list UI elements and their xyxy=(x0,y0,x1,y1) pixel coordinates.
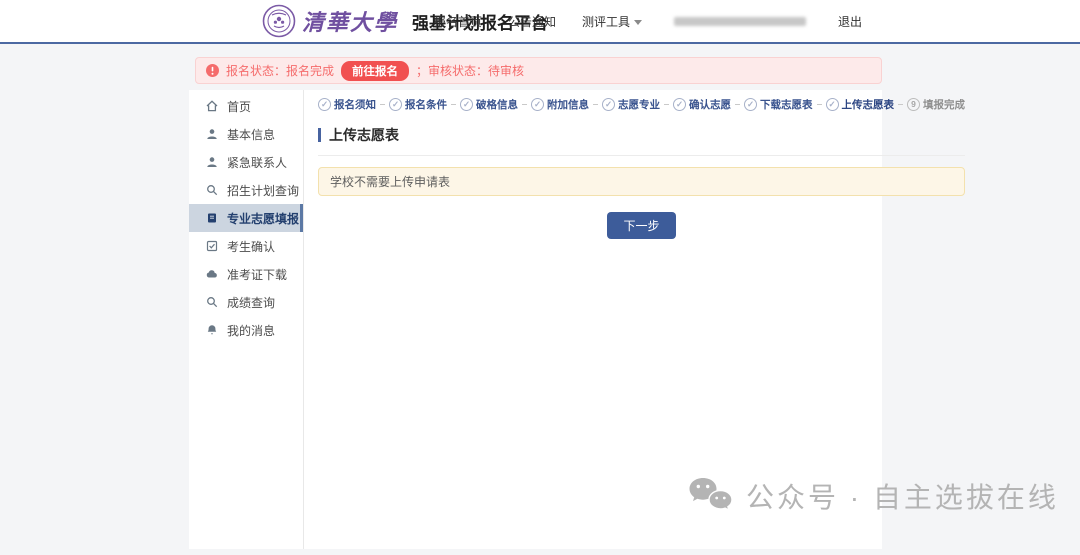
sidebar-item-label: 我的消息 xyxy=(227,322,275,339)
cloud-download-icon xyxy=(206,268,218,280)
app-header: 清華大學 强基计划报名平台 报名首页 公告通知 测评工具 退出 xyxy=(0,0,1080,44)
step-done-icon: ✓ xyxy=(826,98,839,111)
progress-steps: ✓ 报名须知 ✓ 报名条件 ✓ 破格信息 ✓ 附加信息 ✓ 志愿专业 ✓ 确认志… xyxy=(318,97,965,112)
section-header: 上传志愿表 xyxy=(318,125,965,156)
step-conditions: ✓ 报名条件 xyxy=(389,97,447,112)
user-icon xyxy=(206,128,218,140)
user-name-redacted xyxy=(674,17,806,26)
logout-label: 退出 xyxy=(838,13,862,30)
step-separator xyxy=(380,104,385,105)
step-separator xyxy=(593,104,598,105)
sidebar-item-label: 紧急联系人 xyxy=(227,154,287,171)
form-icon xyxy=(206,212,218,224)
nav-item-label: 报名首页 xyxy=(434,13,482,30)
step-separator xyxy=(451,104,456,105)
sidebar-item-ticket-download[interactable]: 准考证下载 xyxy=(189,260,303,288)
step-separator xyxy=(817,104,822,105)
status-alert-bar: 报名状态：报名完成 前往报名 ；审核状态：待审核 xyxy=(195,57,882,84)
step-separator xyxy=(522,104,527,105)
step-done-icon: ✓ xyxy=(602,98,615,111)
university-name: 清華大學 xyxy=(302,5,398,37)
nav-item-tools[interactable]: 测评工具 xyxy=(582,13,642,30)
logout-link[interactable]: 退出 xyxy=(838,13,862,30)
step-notice: ✓ 报名须知 xyxy=(318,97,376,112)
step-done-icon: ✓ xyxy=(531,98,544,111)
sidebar-item-label: 基本信息 xyxy=(227,126,275,143)
nav-item-announcements[interactable]: 公告通知 xyxy=(508,13,556,30)
step-done-icon: ✓ xyxy=(673,98,686,111)
step-done-icon: ✓ xyxy=(744,98,757,111)
sidebar-item-score-query[interactable]: 成绩查询 xyxy=(189,288,303,316)
section-title: 上传志愿表 xyxy=(329,125,399,145)
notice-box: 学校不需要上传申请表 xyxy=(318,167,965,196)
sidebar-item-label: 考生确认 xyxy=(227,238,275,255)
section-accent-bar xyxy=(318,128,321,142)
main-card: 首页 基本信息 紧急联系人 招生计划查询 专业志愿填报 xyxy=(189,90,882,549)
step-complete: 9 填报完成 xyxy=(907,97,965,112)
step-done-icon: ✓ xyxy=(318,98,331,111)
search-icon xyxy=(206,184,218,196)
search-icon xyxy=(206,296,218,308)
sidebar-item-label: 首页 xyxy=(227,98,251,115)
sidebar-item-admission-plan[interactable]: 招生计划查询 xyxy=(189,176,303,204)
content-area: ✓ 报名须知 ✓ 报名条件 ✓ 破格信息 ✓ 附加信息 ✓ 志愿专业 ✓ 确认志… xyxy=(304,90,980,549)
nav-item-label: 测评工具 xyxy=(582,13,630,30)
step-confirm-preference: ✓ 确认志愿 xyxy=(673,97,731,112)
step-separator xyxy=(735,104,740,105)
step-done-icon: ✓ xyxy=(389,98,402,111)
bell-icon xyxy=(206,324,218,336)
step-exception-info: ✓ 破格信息 xyxy=(460,97,518,112)
sidebar-item-label: 专业志愿填报 xyxy=(227,210,299,227)
nav-item-home[interactable]: 报名首页 xyxy=(434,13,482,30)
nav-item-label: 公告通知 xyxy=(508,13,556,30)
step-download-form: ✓ 下载志愿表 xyxy=(744,97,813,112)
sidebar-item-label: 招生计划查询 xyxy=(227,182,299,199)
registration-status-text: 报名状态：报名完成 xyxy=(226,62,334,79)
sidebar-item-basic-info[interactable]: 基本信息 xyxy=(189,120,303,148)
sidebar-item-home[interactable]: 首页 xyxy=(189,92,303,120)
check-square-icon xyxy=(206,240,218,252)
chevron-down-icon xyxy=(634,20,642,25)
step-preferred-major: ✓ 志愿专业 xyxy=(602,97,660,112)
step-separator xyxy=(898,104,903,105)
sidebar-item-major-preference[interactable]: 专业志愿填报 xyxy=(189,204,303,232)
step-done-icon: ✓ xyxy=(460,98,473,111)
sidebar-item-my-messages[interactable]: 我的消息 xyxy=(189,316,303,344)
alert-icon xyxy=(206,64,219,77)
step-additional-info: ✓ 附加信息 xyxy=(531,97,589,112)
university-seal-icon xyxy=(262,4,296,38)
sidebar-item-emergency-contact[interactable]: 紧急联系人 xyxy=(189,148,303,176)
sidebar-item-label: 准考证下载 xyxy=(227,266,287,283)
go-register-button[interactable]: 前往报名 xyxy=(341,61,409,81)
home-icon xyxy=(206,100,218,112)
sidebar-item-candidate-confirm[interactable]: 考生确认 xyxy=(189,232,303,260)
step-separator xyxy=(664,104,669,105)
step-upload-form: ✓ 上传志愿表 xyxy=(826,97,895,112)
user-icon xyxy=(206,156,218,168)
step-number-icon: 9 xyxy=(907,98,920,111)
top-navigation: 报名首页 公告通知 测评工具 退出 xyxy=(434,0,862,42)
sidebar-item-label: 成绩查询 xyxy=(227,294,275,311)
sidebar: 首页 基本信息 紧急联系人 招生计划查询 专业志愿填报 xyxy=(189,90,304,549)
review-status-text: ；审核状态：待审核 xyxy=(416,62,524,79)
next-step-button[interactable]: 下一步 xyxy=(607,212,675,239)
